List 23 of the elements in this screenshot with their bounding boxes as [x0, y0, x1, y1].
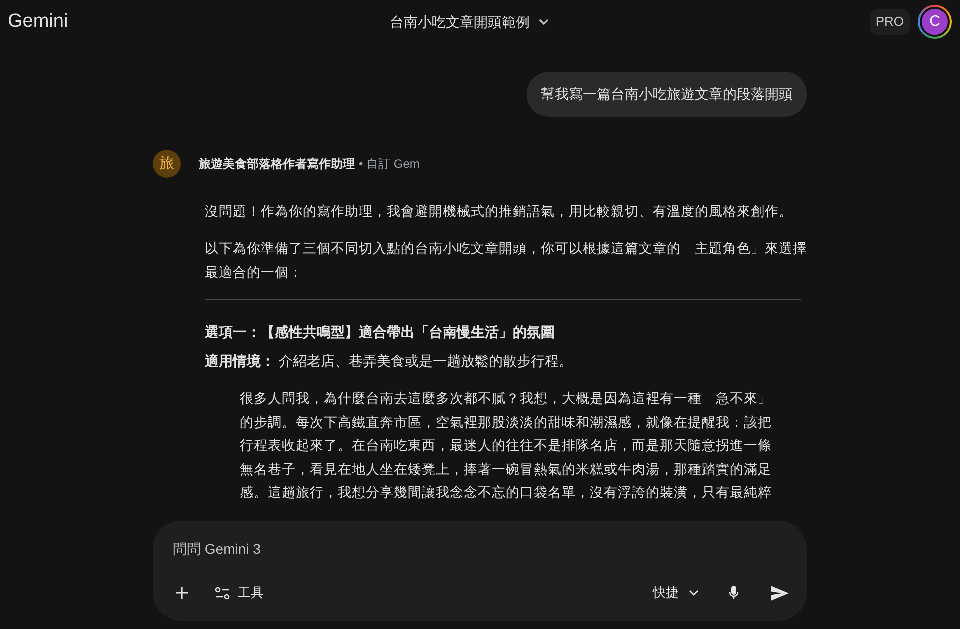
send-button[interactable] — [771, 586, 789, 600]
caret-icon — [538, 18, 550, 26]
author-note: • 自訂 Gem — [359, 156, 420, 173]
tools-button[interactable]: 工具 — [215, 583, 264, 603]
microphone-button[interactable] — [729, 586, 739, 600]
send-icon — [771, 586, 789, 600]
prompt-input[interactable]: 問問 Gemini 3 — [173, 539, 573, 560]
author-label: 旅遊美食部落格作者寫作助理 — [199, 156, 355, 173]
user-message-bubble: 幫我寫一篇台南小吃旅遊文章的段落開頭 — [527, 72, 807, 117]
mode-dropdown[interactable]: 快捷 — [653, 583, 699, 603]
plan-badge: PRO — [870, 9, 910, 35]
plus-icon — [175, 586, 189, 600]
option-heading: 選項一：【感性共鳴型】適合帶出「台南慢生活」的氛圍 — [205, 323, 556, 342]
app-logo[interactable]: Gemini — [8, 8, 68, 36]
gem-avatar: 旅 — [153, 150, 181, 178]
response-paragraph: 沒問題！作為你的寫作助理，我會避開機械式的推銷語氣，用比較親切、有溫度的風格來創作。 — [205, 203, 794, 221]
caret-icon — [689, 590, 699, 596]
microphone-icon — [729, 586, 739, 600]
option-context: 適用情境： 介紹老店、巷弄美食或是一趟放鬆的散步行程。 — [205, 352, 574, 371]
avatar[interactable]: C — [918, 5, 952, 39]
sliders-icon — [215, 586, 230, 600]
quote-paragraph: 很多人問我，為什麼台南去這麼多次都不膩？我想，大概是因為這裡有一種「急不來」 的步調。每次下高鐵直奔市區，空氣裡那股淡淡的甜味和潮濕感，就像在提醒我：該把 行程表收起來了。在台南吃東西，最迷人的往往不是排隊名店，而是那天隨意拐進一條 無名巷子，看見在地人坐在矮凳上，捧著一碗冒熱氣的米糕或牛肉湯，那種踏實的滿足 感。這趟旅行，我想分享幾間讓我念念不忘的口袋名單，沒有浮誇的裝潢，只有最純粹 — [240, 390, 773, 502]
chat-title-dropdown[interactable]: 台南小吃文章開頭範例 — [390, 10, 550, 34]
